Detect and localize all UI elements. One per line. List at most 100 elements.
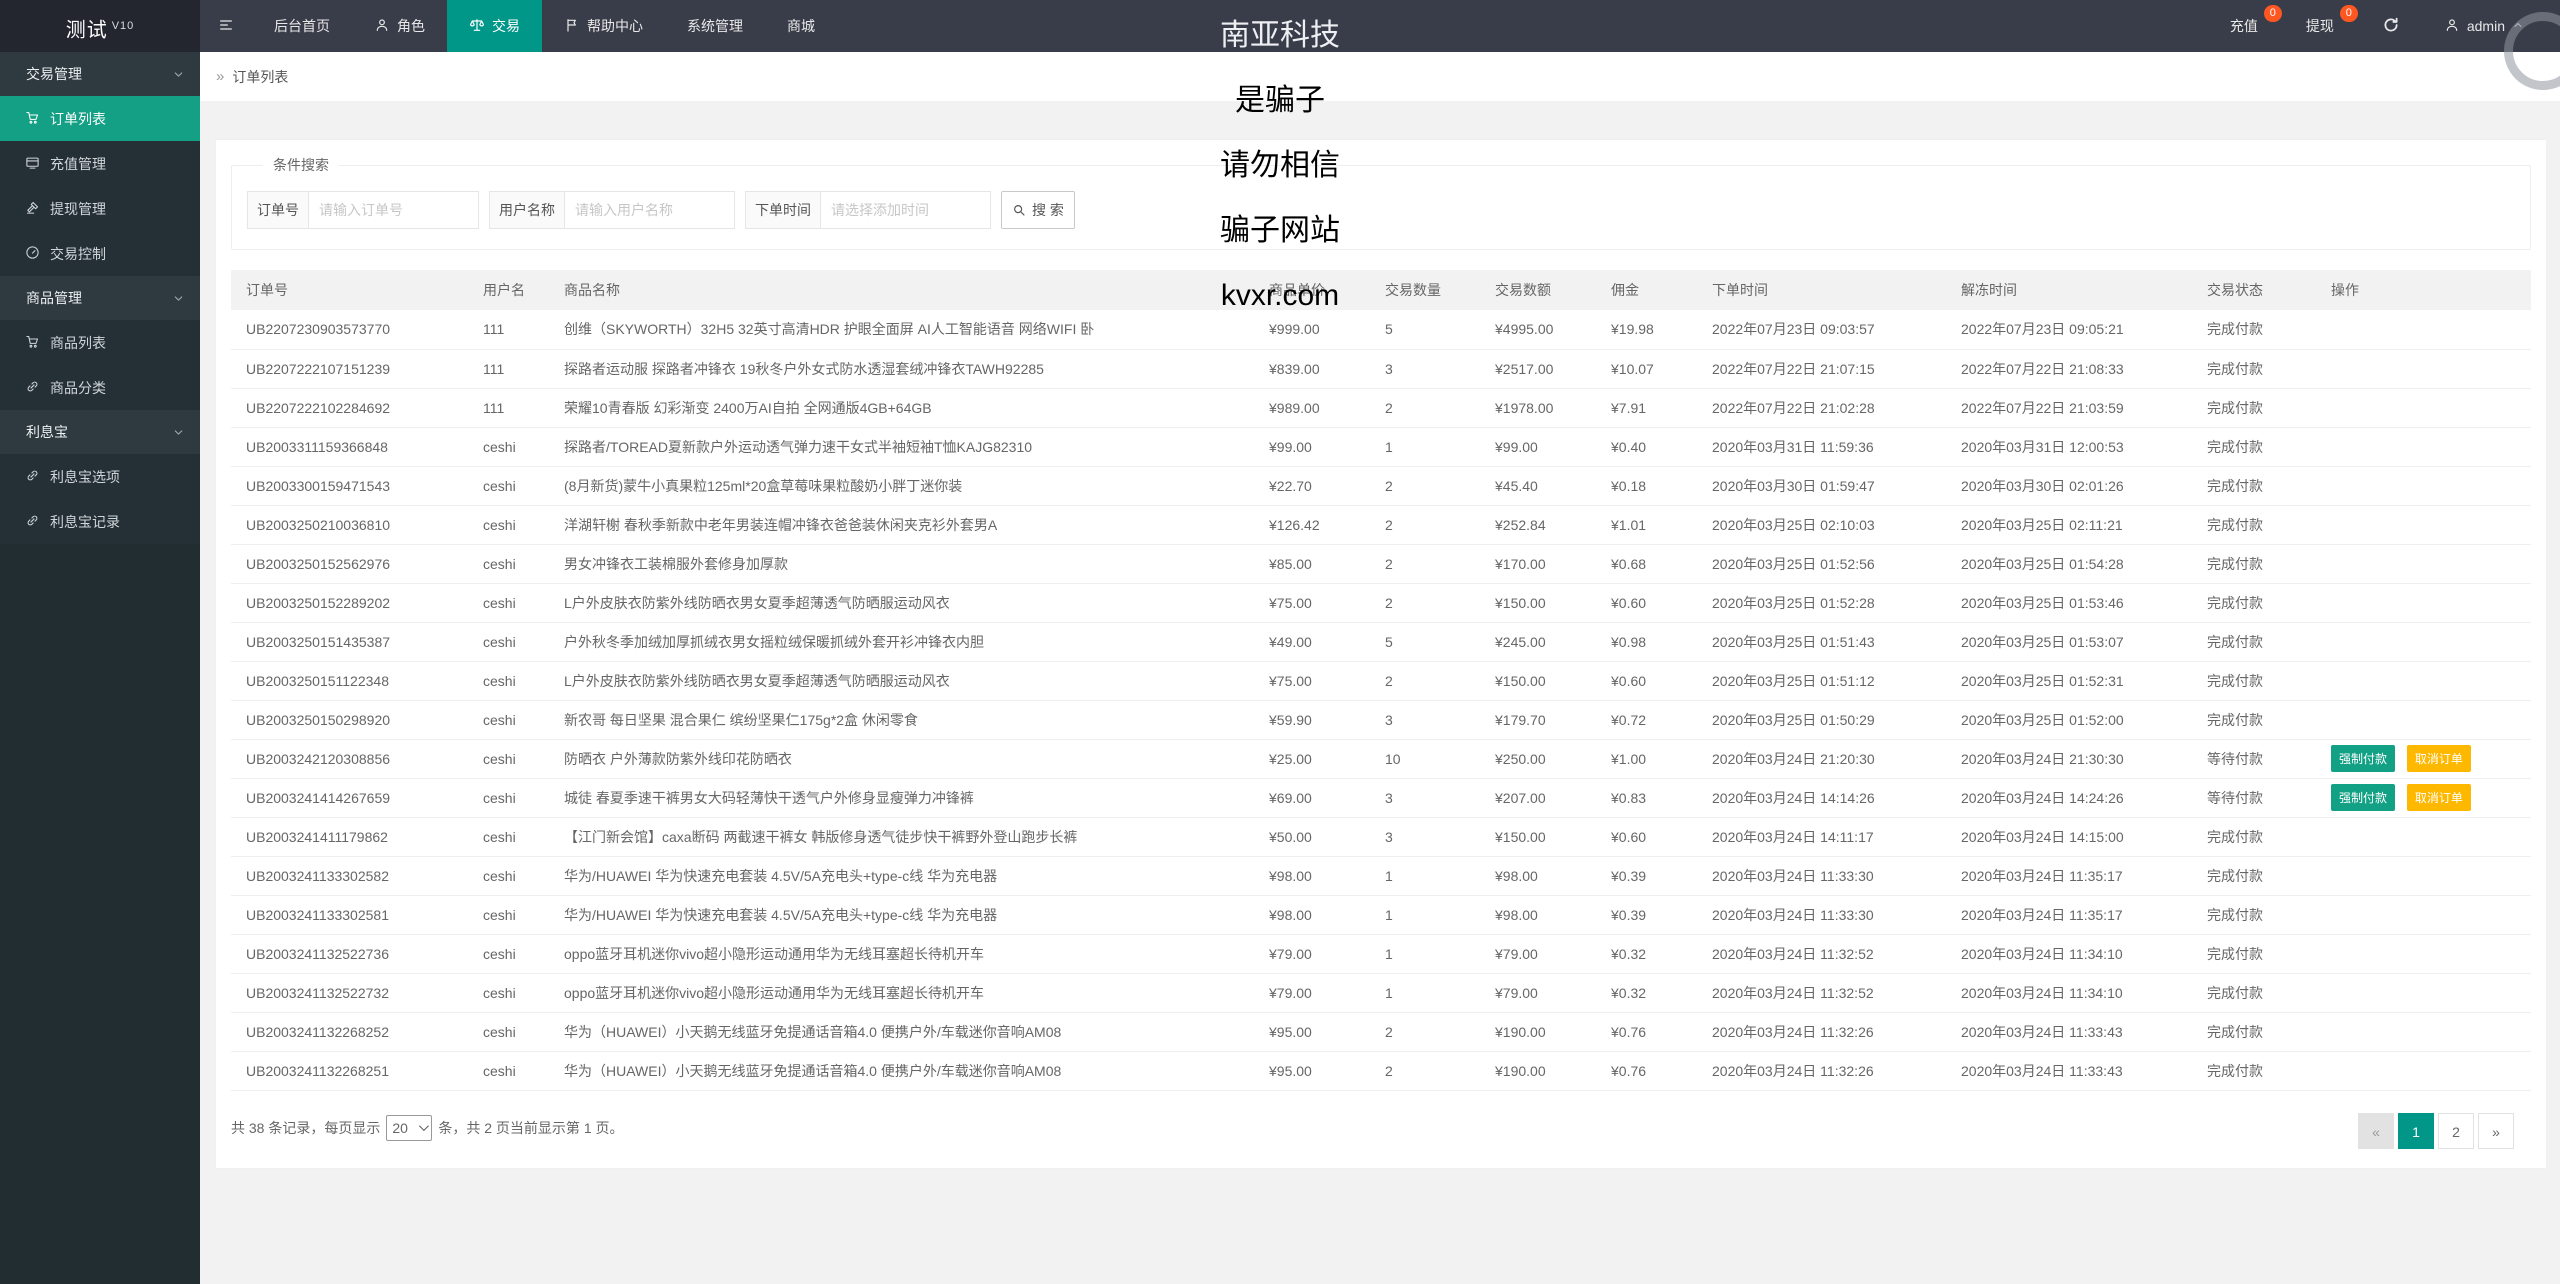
page-1-button[interactable]: 1 [2398,1113,2434,1149]
cell-price: ¥50.00 [1254,817,1370,856]
cell-qty: 3 [1370,778,1480,817]
sidebar-item-order-list[interactable]: 订单列表 [0,96,200,141]
cell-user: 111 [468,349,549,388]
cell-order-time: 2022年07月22日 21:02:28 [1697,388,1946,427]
cancel-order-button[interactable]: 取消订单 [2407,745,2471,772]
sidebar-item-trade-control[interactable]: 交易控制 [0,231,200,276]
sidebar-group-product-management[interactable]: 商品管理 [0,276,200,320]
cell-status: 完成付款 [2192,856,2316,895]
recharge-nav-button[interactable]: 充值 0 [2208,0,2284,52]
cell-order-time: 2020年03月31日 11:59:36 [1697,427,1946,466]
search-icon [1012,203,1026,217]
cell-actions [2316,1012,2531,1051]
sidebar-item-recharge-management[interactable]: 充值管理 [0,141,200,186]
table-row: UB2003241132522732 ceshi oppo蓝牙耳机迷你vivo超… [231,973,2531,1012]
menu-item-help[interactable]: 帮助中心 [542,0,665,52]
cell-user: ceshi [468,583,549,622]
next-page-button[interactable]: » [2478,1113,2514,1149]
force-pay-button[interactable]: 强制付款 [2331,745,2395,772]
cell-product: 探路者/TOREAD夏新款户外运动透气弹力速干女式半袖短袖T恤KAJG82310 [549,427,1254,466]
order-no-input[interactable] [309,191,479,229]
gauge-icon [25,245,40,263]
cell-amount: ¥252.84 [1480,505,1596,544]
user-name-input[interactable] [565,191,735,229]
cell-order-time: 2020年03月25日 01:51:12 [1697,661,1946,700]
menu-item-home[interactable]: 后台首页 [252,0,352,52]
withdraw-nav-button[interactable]: 提现 0 [2284,0,2360,52]
cell-amount: ¥179.70 [1480,700,1596,739]
cell-order-no: UB2003250151122348 [231,661,468,700]
cell-status: 完成付款 [2192,388,2316,427]
cell-actions [2316,466,2531,505]
cell-user: ceshi [468,934,549,973]
cell-commission: ¥0.32 [1596,934,1697,973]
menu-item-trade[interactable]: 交易 [447,0,542,52]
cell-commission: ¥0.98 [1596,622,1697,661]
cell-order-no: UB2003250152289202 [231,583,468,622]
cell-user: ceshi [468,505,549,544]
sidebar-group-trade-management[interactable]: 交易管理 [0,52,200,96]
cell-commission: ¥0.60 [1596,583,1697,622]
recharge-badge: 0 [2264,5,2282,22]
refresh-icon [2382,16,2400,37]
menu-item-roles[interactable]: 角色 [352,0,447,52]
cell-commission: ¥0.76 [1596,1012,1697,1051]
content: 条件搜索 订单号 用户名称 下单时间 [200,102,2560,1169]
card-icon [25,155,40,173]
cell-commission: ¥0.18 [1596,466,1697,505]
order-time-input[interactable] [821,191,991,229]
cell-amount: ¥245.00 [1480,622,1596,661]
cell-qty: 2 [1370,661,1480,700]
cell-product: 华为（HUAWEI）小天鹅无线蓝牙免提通话音箱4.0 便携户外/车载迷你音响AM… [549,1012,1254,1051]
user-menu[interactable]: admin [2422,0,2546,52]
refresh-button[interactable] [2360,0,2422,52]
cell-price: ¥59.90 [1254,700,1370,739]
cell-product: 洋湖轩榭 春秋季新款中老年男装连帽冲锋衣爸爸装休闲夹克衫外套男A [549,505,1254,544]
table-row: UB2207222107151239 111 探路者运动服 探路者冲锋衣 19秋… [231,349,2531,388]
cell-user: ceshi [468,1051,549,1090]
search-button[interactable]: 搜 索 [1001,191,1075,229]
cell-price: ¥95.00 [1254,1051,1370,1090]
cell-unfreeze-time: 2020年03月24日 21:30:30 [1946,739,2192,778]
sidebar-item-product-list[interactable]: 商品列表 [0,320,200,365]
cell-user: 111 [468,310,549,349]
cell-product: 【江门新会馆】caxa断码 两截速干裤女 韩版修身透气徒步快干裤野外登山跑步长裤 [549,817,1254,856]
cell-actions [2316,934,2531,973]
sidebar-item-interest-records[interactable]: 利息宝记录 [0,499,200,544]
sidebar-item-product-category[interactable]: 商品分类 [0,365,200,410]
user-name-label: 用户名称 [489,191,565,229]
page-size-select[interactable]: 20 [386,1115,432,1141]
cell-unfreeze-time: 2020年03月24日 14:24:26 [1946,778,2192,817]
link-icon [25,379,40,397]
cancel-order-button[interactable]: 取消订单 [2407,784,2471,811]
app-logo-version: V10 [112,20,135,32]
cell-qty: 1 [1370,973,1480,1012]
menu-item-system[interactable]: 系统管理 [665,0,765,52]
cell-unfreeze-time: 2020年03月24日 11:34:10 [1946,934,2192,973]
menu-item-mall[interactable]: 商城 [765,0,837,52]
cell-amount: ¥99.00 [1480,427,1596,466]
flag-icon [564,17,580,36]
cell-actions [2316,388,2531,427]
sidebar-item-withdraw-management[interactable]: 提现管理 [0,186,200,231]
force-pay-button[interactable]: 强制付款 [2331,784,2395,811]
cell-order-no: UB2003250152562976 [231,544,468,583]
col-qty: 交易数量 [1370,270,1480,310]
cell-product: 新农哥 每日坚果 混合果仁 缤纷坚果仁175g*2盒 休闲零食 [549,700,1254,739]
cell-qty: 5 [1370,622,1480,661]
cell-status: 完成付款 [2192,310,2316,349]
username: admin [2467,18,2505,34]
table-row: UB2003250152289202 ceshi L户外皮肤衣防紫外线防晒衣男女… [231,583,2531,622]
sidebar-group-interest-treasure[interactable]: 利息宝 [0,410,200,454]
collapse-menu-button[interactable] [200,0,252,52]
cart-icon [25,110,40,128]
cell-user: 111 [468,388,549,427]
cell-qty: 2 [1370,544,1480,583]
sidebar-item-interest-options[interactable]: 利息宝选项 [0,454,200,499]
cell-amount: ¥190.00 [1480,1012,1596,1051]
app-logo: 测试V10 [0,0,200,52]
page-2-button[interactable]: 2 [2438,1113,2474,1149]
prev-page-button[interactable]: « [2358,1113,2394,1149]
cell-amount: ¥45.40 [1480,466,1596,505]
user-name-group: 用户名称 [489,191,735,229]
